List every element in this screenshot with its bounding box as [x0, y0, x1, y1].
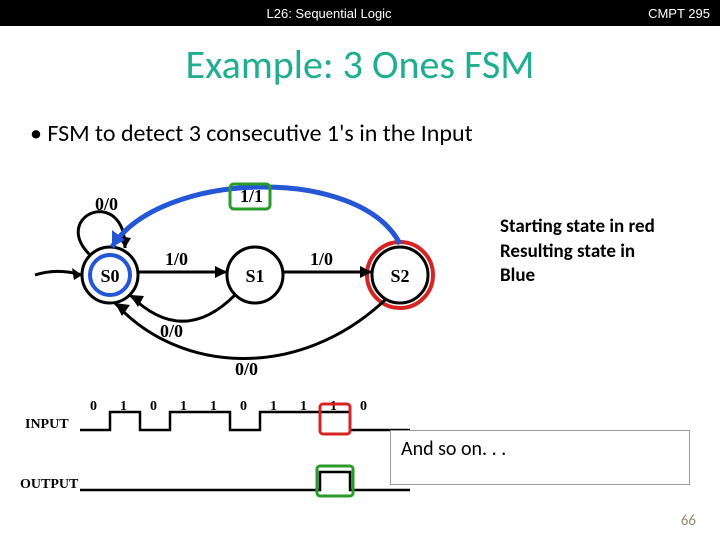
legend-line3: Blue	[500, 264, 655, 289]
svg-text:0: 0	[360, 400, 367, 414]
page-number: 66	[681, 512, 696, 530]
input-waveform	[80, 412, 410, 430]
edge-s2-s0-top: 1/1	[240, 186, 263, 206]
fsm-state-diagram: S0 0/0 S1 S2 1/0 0/0 1/0 0/0 1/1	[30, 180, 510, 380]
svg-text:0: 0	[240, 400, 247, 414]
course-label: CMPT 295	[648, 6, 710, 21]
state-s1-label: S1	[245, 266, 264, 286]
svg-text:0: 0	[90, 400, 97, 414]
edge-s0-s1: 1/0	[165, 249, 188, 269]
and-so-on-box: And so on. . .	[390, 430, 690, 485]
bullet-point: FSM to detect 3 consecutive 1's in the I…	[30, 119, 720, 148]
svg-text:1: 1	[270, 400, 277, 414]
edge-s1-s0: 0/0	[160, 321, 183, 341]
svg-text:1: 1	[300, 400, 307, 414]
header-bar: L26: Sequential Logic CMPT 295	[0, 0, 720, 26]
svg-text:1: 1	[210, 400, 217, 414]
output-highlight-box	[317, 466, 353, 496]
legend-line1: Starting state in red	[500, 215, 655, 240]
output-waveform	[80, 472, 410, 490]
edge-s2-s0-bottom: 0/0	[235, 359, 258, 379]
state-s0-label: S0	[100, 266, 119, 286]
svg-text:1: 1	[180, 400, 187, 414]
svg-text:0: 0	[150, 400, 157, 414]
state-s2-label: S2	[390, 266, 409, 286]
edge-s0-loop: 0/0	[95, 194, 118, 214]
lecture-label: L26: Sequential Logic	[10, 6, 648, 21]
legend-line2: Resulting state in	[500, 240, 655, 265]
input-label: INPUT	[25, 417, 69, 432]
page-title: Example: 3 Ones FSM	[0, 40, 720, 89]
edge-s1-s2: 1/0	[310, 249, 333, 269]
output-label: OUTPUT	[20, 477, 79, 492]
svg-text:1: 1	[120, 400, 127, 414]
svg-text:1: 1	[330, 400, 337, 414]
legend-text: Starting state in red Resulting state in…	[500, 215, 655, 289]
